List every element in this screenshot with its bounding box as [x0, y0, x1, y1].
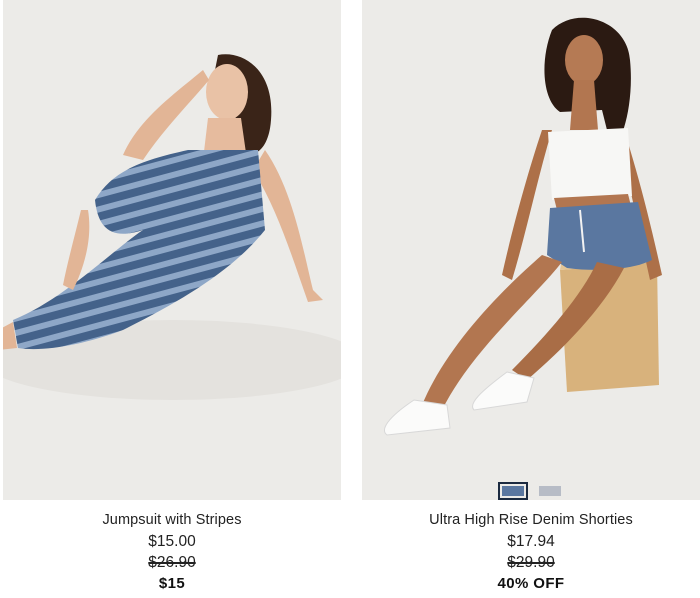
product-card-denim-shorties[interactable]: Ultra High Rise Denim Shorties $17.94 $2…: [362, 0, 700, 595]
product-card-jumpsuit[interactable]: Jumpsuit with Stripes $15.00 $26.90 $15: [3, 0, 341, 595]
product-image[interactable]: [3, 0, 341, 500]
product-name[interactable]: Ultra High Rise Denim Shorties: [362, 510, 700, 530]
product-name[interactable]: Jumpsuit with Stripes: [3, 510, 341, 530]
product-info: Jumpsuit with Stripes $15.00 $26.90 $15: [3, 500, 341, 595]
sale-price: $15.00: [148, 533, 196, 550]
color-swatches: [362, 482, 700, 500]
denim-shorts-photo: [362, 0, 700, 500]
original-price: $29.90: [507, 554, 555, 571]
sale-price: $17.94: [507, 533, 555, 550]
jumpsuit-photo: [3, 0, 341, 500]
original-price: $26.90: [148, 554, 196, 571]
swatch-light-gray[interactable]: [535, 482, 565, 500]
promo-label: 40% OFF: [497, 575, 565, 592]
promo-label: $15: [158, 575, 186, 592]
product-grid: Jumpsuit with Stripes $15.00 $26.90 $15: [0, 0, 700, 598]
product-image[interactable]: [362, 0, 700, 500]
swatch-blue[interactable]: [497, 482, 528, 500]
product-info: Ultra High Rise Denim Shorties $17.94 $2…: [362, 500, 700, 595]
